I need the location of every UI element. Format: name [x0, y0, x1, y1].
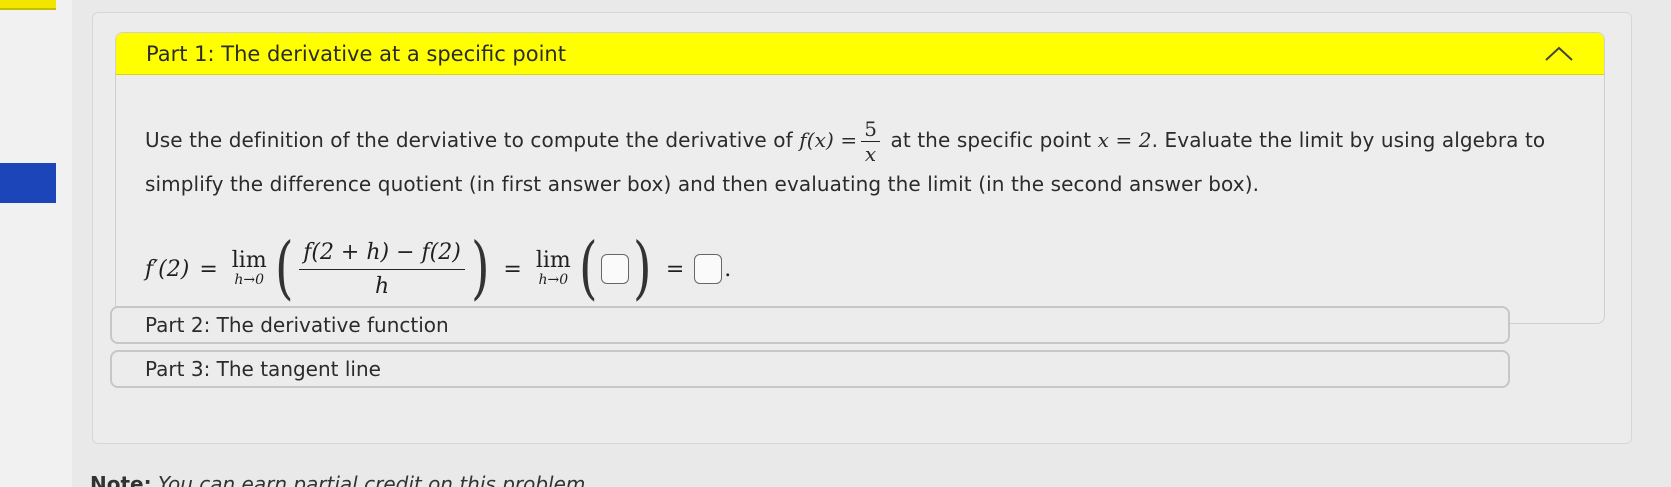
note-label: Note: — [90, 472, 152, 487]
part2-header[interactable]: Part 2: The derivative function — [110, 306, 1510, 344]
part1-title: Part 1: The derivative at a specific poi… — [146, 41, 566, 66]
part1-body: Use the definition of the derviative to … — [116, 75, 1604, 315]
limit-subscript: h→0 — [234, 272, 265, 288]
equals-sign: = — [503, 256, 522, 282]
limit-word: lim — [231, 248, 267, 273]
part1-header[interactable]: Part 1: The derivative at a specific poi… — [116, 33, 1604, 75]
difference-quotient-denominator: h — [374, 273, 390, 299]
chevron-up-icon[interactable] — [1544, 45, 1574, 63]
right-paren: ) — [470, 229, 490, 308]
instructions-text-b: at the specific point — [884, 128, 1098, 152]
limit-subscript: h→0 — [538, 272, 569, 288]
equation-period: . — [724, 256, 732, 282]
part1-panel: Part 1: The derivative at a specific poi… — [115, 32, 1605, 324]
limit-operator: lim h→0 — [231, 248, 267, 289]
function-fraction: 5x — [861, 119, 881, 166]
answer-box-2[interactable] — [694, 254, 723, 284]
difference-quotient: f(2 + h) − f(2) h — [299, 240, 465, 299]
equation-lhs: f′(2) — [145, 256, 190, 282]
equals-sign: = — [199, 256, 218, 282]
function-definition: f(x) = — [799, 128, 858, 152]
difference-quotient-numerator: f(2 + h) − f(2) — [299, 240, 465, 270]
left-paren: ( — [578, 229, 598, 308]
fraction-numerator: 5 — [861, 119, 881, 142]
left-gutter — [0, 0, 72, 487]
part2-title: Part 2: The derivative function — [145, 313, 449, 337]
part3-header[interactable]: Part 3: The tangent line — [110, 350, 1510, 388]
right-paren: ) — [633, 229, 652, 308]
limit-operator: lim h→0 — [535, 248, 571, 289]
limit-word: lim — [535, 248, 571, 273]
partial-credit-note: Note: You can earn partial credit on thi… — [90, 472, 592, 487]
instructions: Use the definition of the derviative to … — [145, 119, 1576, 205]
equals-sign: = — [665, 256, 685, 282]
derivative-equation: f′(2) = lim h→0 ( f(2 + h) − f(2) h ) = … — [145, 223, 1576, 315]
part3-title: Part 3: The tangent line — [145, 357, 381, 381]
left-yellow-marker — [0, 0, 56, 10]
fraction-denominator: x — [864, 142, 877, 166]
left-blue-marker[interactable] — [0, 163, 56, 203]
instructions-text-a: Use the definition of the derviative to … — [145, 128, 800, 152]
left-paren: ( — [274, 229, 294, 308]
specific-point: x = 2 — [1097, 128, 1152, 152]
note-text: You can earn partial credit on this prob… — [151, 472, 592, 487]
answer-box-1[interactable] — [601, 254, 630, 284]
